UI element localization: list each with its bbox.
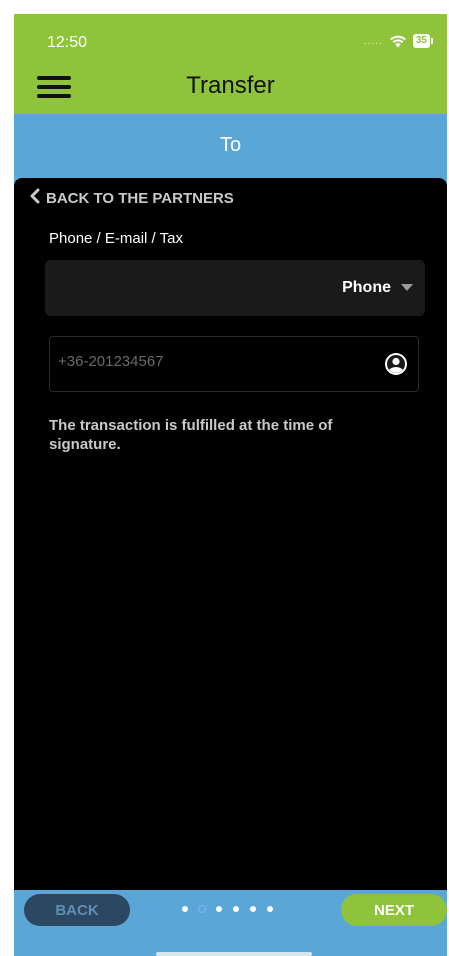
status-icons: ..... 35 xyxy=(364,34,433,48)
form-panel: BACK TO THE PARTNERS Phone / E-mail / Ta… xyxy=(14,178,447,890)
step-indicator xyxy=(182,906,273,912)
home-indicator xyxy=(156,952,312,956)
next-button[interactable]: NEXT xyxy=(341,894,447,926)
wifi-icon xyxy=(389,35,407,48)
signal-icon: ..... xyxy=(363,35,383,47)
step-dot xyxy=(250,906,256,912)
chevron-left-icon xyxy=(30,188,40,208)
recipient-type-label: Phone / E-mail / Tax xyxy=(49,230,183,247)
battery-level: 35 xyxy=(412,34,430,48)
step-dot xyxy=(267,906,273,912)
step-dot xyxy=(233,906,239,912)
recipient-type-value: Phone xyxy=(342,279,391,296)
info-text: The transaction is fulfilled at the time… xyxy=(49,417,333,453)
phone-field[interactable] xyxy=(49,336,419,392)
phone-input[interactable] xyxy=(58,353,358,370)
status-time: 12:50 xyxy=(47,34,88,51)
app-header: 12:50 ..... 35 Transfer xyxy=(14,14,447,114)
recipient-type-select[interactable]: Phone xyxy=(45,260,425,316)
phone-screen: 12:50 ..... 35 Transfer To BACK TO THE P… xyxy=(14,14,447,956)
back-to-partners-label: BACK TO THE PARTNERS xyxy=(46,189,234,207)
bottom-nav: BACK NEXT xyxy=(14,890,447,956)
contact-icon[interactable] xyxy=(384,352,408,376)
back-button[interactable]: BACK xyxy=(24,894,130,926)
step-dot xyxy=(216,906,222,912)
back-to-partners-link[interactable]: BACK TO THE PARTNERS xyxy=(30,188,234,208)
step-dot-current xyxy=(199,906,205,912)
page-title: Transfer xyxy=(186,72,275,99)
caret-down-icon xyxy=(401,284,413,291)
step-header: To xyxy=(14,114,447,178)
step-title: To xyxy=(219,134,242,156)
step-dot xyxy=(182,906,188,912)
battery-icon: 35 xyxy=(412,34,433,48)
